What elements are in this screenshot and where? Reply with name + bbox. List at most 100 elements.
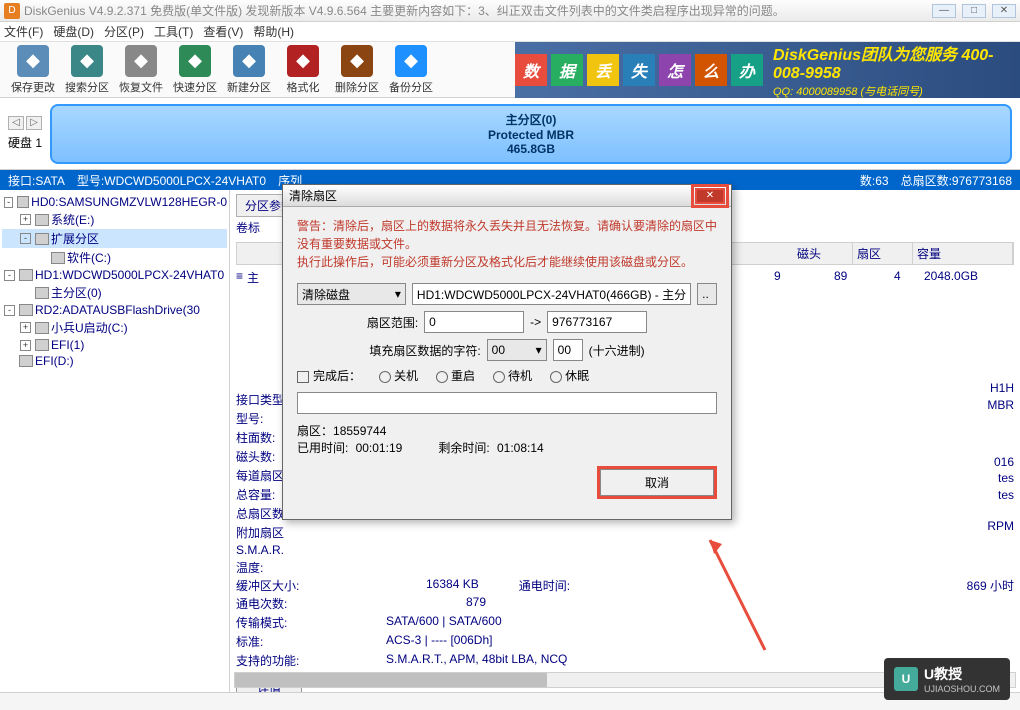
- annotation-arrow: [700, 530, 780, 660]
- maximize-button[interactable]: □: [962, 4, 986, 18]
- dialog-title: 清除扇区: [289, 187, 337, 204]
- cell-cap: 2048.0GB: [924, 269, 1014, 286]
- disk-label: 硬盘 1: [8, 134, 42, 151]
- clear-sector-dialog: 清除扇区 ✕ 警告：清除后，扇区上的数据将永久丢失并且无法恢复。请确认要清除的扇…: [282, 184, 732, 520]
- minimize-button[interactable]: —: [932, 4, 956, 18]
- tool-7[interactable]: ◆备份分区: [384, 43, 438, 97]
- close-button[interactable]: ✕: [992, 4, 1016, 18]
- range-from-input[interactable]: [424, 311, 524, 333]
- nav-prev-icon[interactable]: ◁: [8, 116, 24, 130]
- dialog-title-bar[interactable]: 清除扇区 ✕: [283, 185, 731, 207]
- elapsed-label: 已用时间:: [297, 441, 348, 455]
- range-label: 扇区范围:: [367, 314, 418, 331]
- menu-disk[interactable]: 硬盘(D): [53, 23, 94, 40]
- col-cap: 容量: [913, 243, 1013, 264]
- std-val: ACS-3 | ---- [006Dh]: [386, 633, 492, 650]
- range-arrow: ->: [530, 315, 541, 329]
- disk-tree[interactable]: -HD0:SAMSUNGMZVLW128HEGR-0+系统(E:)-扩展分区软件…: [0, 190, 230, 692]
- tree-node-7[interactable]: +小兵U启动(C:): [2, 318, 227, 337]
- mode-val: SATA/600 | SATA/600: [386, 614, 502, 631]
- remain-val: 01:08:14: [497, 441, 544, 455]
- ext-016: 016: [987, 454, 1014, 471]
- cell-4: 4: [894, 269, 924, 286]
- menu-file[interactable]: 文件(F): [4, 23, 43, 40]
- opt-hibernate[interactable]: 休眠: [550, 367, 589, 384]
- info-row-7: 附加扇区: [236, 523, 1014, 542]
- tree-node-0[interactable]: -HD0:SAMSUNGMZVLW128HEGR-0: [2, 194, 227, 210]
- disk-combo[interactable]: HD1:WDCWD5000LPCX-24VHAT0(466GB) - 主分: [412, 283, 691, 305]
- tool-0[interactable]: ◆保存更改: [6, 43, 60, 97]
- ext-tes1: tes: [987, 470, 1014, 487]
- fill2-input[interactable]: [553, 339, 583, 361]
- tree-node-1[interactable]: +系统(E:): [2, 210, 227, 229]
- sector-label: 扇区：: [297, 424, 333, 438]
- tree-node-4[interactable]: -HD1:WDCWD5000LPCX-24VHAT0: [2, 267, 227, 283]
- warning-text: 警告：清除后，扇区上的数据将永久丢失并且无法恢复。请确认要清除的扇区中没有重要数…: [297, 217, 717, 271]
- pow-val: 869 小时: [967, 577, 1014, 594]
- tree-node-5[interactable]: 主分区(0): [2, 283, 227, 302]
- menu-tools[interactable]: 工具(T): [154, 23, 193, 40]
- clear-combo[interactable]: 清除磁盘▾: [297, 283, 406, 305]
- part-size: 465.8GB: [507, 142, 555, 156]
- row-main: 主: [247, 269, 259, 286]
- buf-val: 16384 KB: [426, 577, 479, 594]
- col-head: 磁头: [793, 243, 853, 264]
- fill-hex-label: (十六进制): [589, 342, 645, 359]
- range-to-input[interactable]: [547, 311, 647, 333]
- tree-node-3[interactable]: 软件(C:): [2, 248, 227, 267]
- remain-label: 剩余时间:: [438, 441, 489, 455]
- col-sector: 扇区: [853, 243, 913, 264]
- cnt-label: 通电次数:: [236, 595, 326, 612]
- ext-rpm: RPM: [987, 518, 1014, 535]
- tree-node-8[interactable]: +EFI(1): [2, 337, 227, 353]
- opt-shutdown[interactable]: 关机: [379, 367, 418, 384]
- watermark-sub: UJIAOSHOU.COM: [924, 684, 1000, 694]
- cell-89: 89: [834, 269, 894, 286]
- banner-sub: QQ: 4000089958 (与电话同号): [773, 83, 1020, 98]
- menubar: 文件(F) 硬盘(D) 分区(P) 工具(T) 查看(V) 帮助(H): [0, 22, 1020, 42]
- fill1-combo[interactable]: 00▾: [487, 339, 547, 361]
- partition-area: ◁ ▷ 硬盘 1 主分区(0) Protected MBR 465.8GB: [0, 98, 1020, 170]
- elapsed-val: 00:01:19: [356, 441, 403, 455]
- window-title: DiskGenius V4.9.2.371 免费版(单文件版) 发现新版本 V4…: [24, 2, 785, 19]
- cancel-button[interactable]: 取消: [600, 469, 714, 496]
- tool-6[interactable]: ◆删除分区: [330, 43, 384, 97]
- sup-val: S.M.A.R.T., APM, 48bit LBA, NCQ: [386, 652, 567, 669]
- ext-h1h: H1H: [987, 380, 1014, 397]
- watermark-title: U教授: [924, 664, 1000, 684]
- tool-2[interactable]: ◆恢复文件: [114, 43, 168, 97]
- tree-node-6[interactable]: -RD2:ADATAUSBFlashDrive(30: [2, 302, 227, 318]
- mode-label: 传输模式:: [236, 614, 326, 631]
- menu-help[interactable]: 帮助(H): [253, 23, 294, 40]
- status-heads: 数:63: [860, 172, 889, 189]
- tool-1[interactable]: ◆搜索分区: [60, 43, 114, 97]
- partition-box[interactable]: 主分区(0) Protected MBR 465.8GB: [50, 104, 1012, 164]
- ext-tes2: tes: [987, 487, 1014, 504]
- nav-next-icon[interactable]: ▷: [26, 116, 42, 130]
- part-name: 主分区(0): [506, 111, 557, 128]
- opt-reboot[interactable]: 重启: [436, 367, 475, 384]
- after-checkbox[interactable]: 完成后：: [297, 367, 361, 384]
- ext-mbr: MBR: [987, 397, 1014, 414]
- ad-banner: 数据丢失怎么办 DiskGenius团队为您服务 400-008-9958 QQ…: [515, 42, 1020, 98]
- menu-view[interactable]: 查看(V): [203, 23, 243, 40]
- tool-4[interactable]: ◆新建分区: [222, 43, 276, 97]
- sup-label: 支持的功能:: [236, 652, 326, 669]
- sector-val: 18559744: [333, 424, 386, 438]
- watermark: U U教授 UJIAOSHOU.COM: [884, 658, 1010, 700]
- cancel-button-highlight: 取消: [597, 466, 717, 499]
- watermark-icon: U: [894, 667, 918, 691]
- menu-partition[interactable]: 分区(P): [104, 23, 144, 40]
- tree-node-2[interactable]: -扩展分区: [2, 229, 227, 248]
- tool-3[interactable]: ◆快速分区: [168, 43, 222, 97]
- status-total: 总扇区数:976773168: [901, 172, 1012, 189]
- opt-standby[interactable]: 待机: [493, 367, 532, 384]
- toolbar: ◆保存更改◆搜索分区◆恢复文件◆快速分区◆新建分区◆格式化◆删除分区◆备份分区 …: [0, 42, 1020, 98]
- tool-5[interactable]: ◆格式化: [276, 43, 330, 97]
- fill-label: 填充扇区数据的字符:: [369, 342, 480, 359]
- info-row-9: 温度:: [236, 558, 1014, 577]
- bottom-bar: [0, 692, 1020, 710]
- tree-node-9[interactable]: EFI(D:): [2, 353, 227, 369]
- browse-button[interactable]: ..: [697, 283, 717, 305]
- dialog-close-button[interactable]: ✕: [695, 188, 725, 204]
